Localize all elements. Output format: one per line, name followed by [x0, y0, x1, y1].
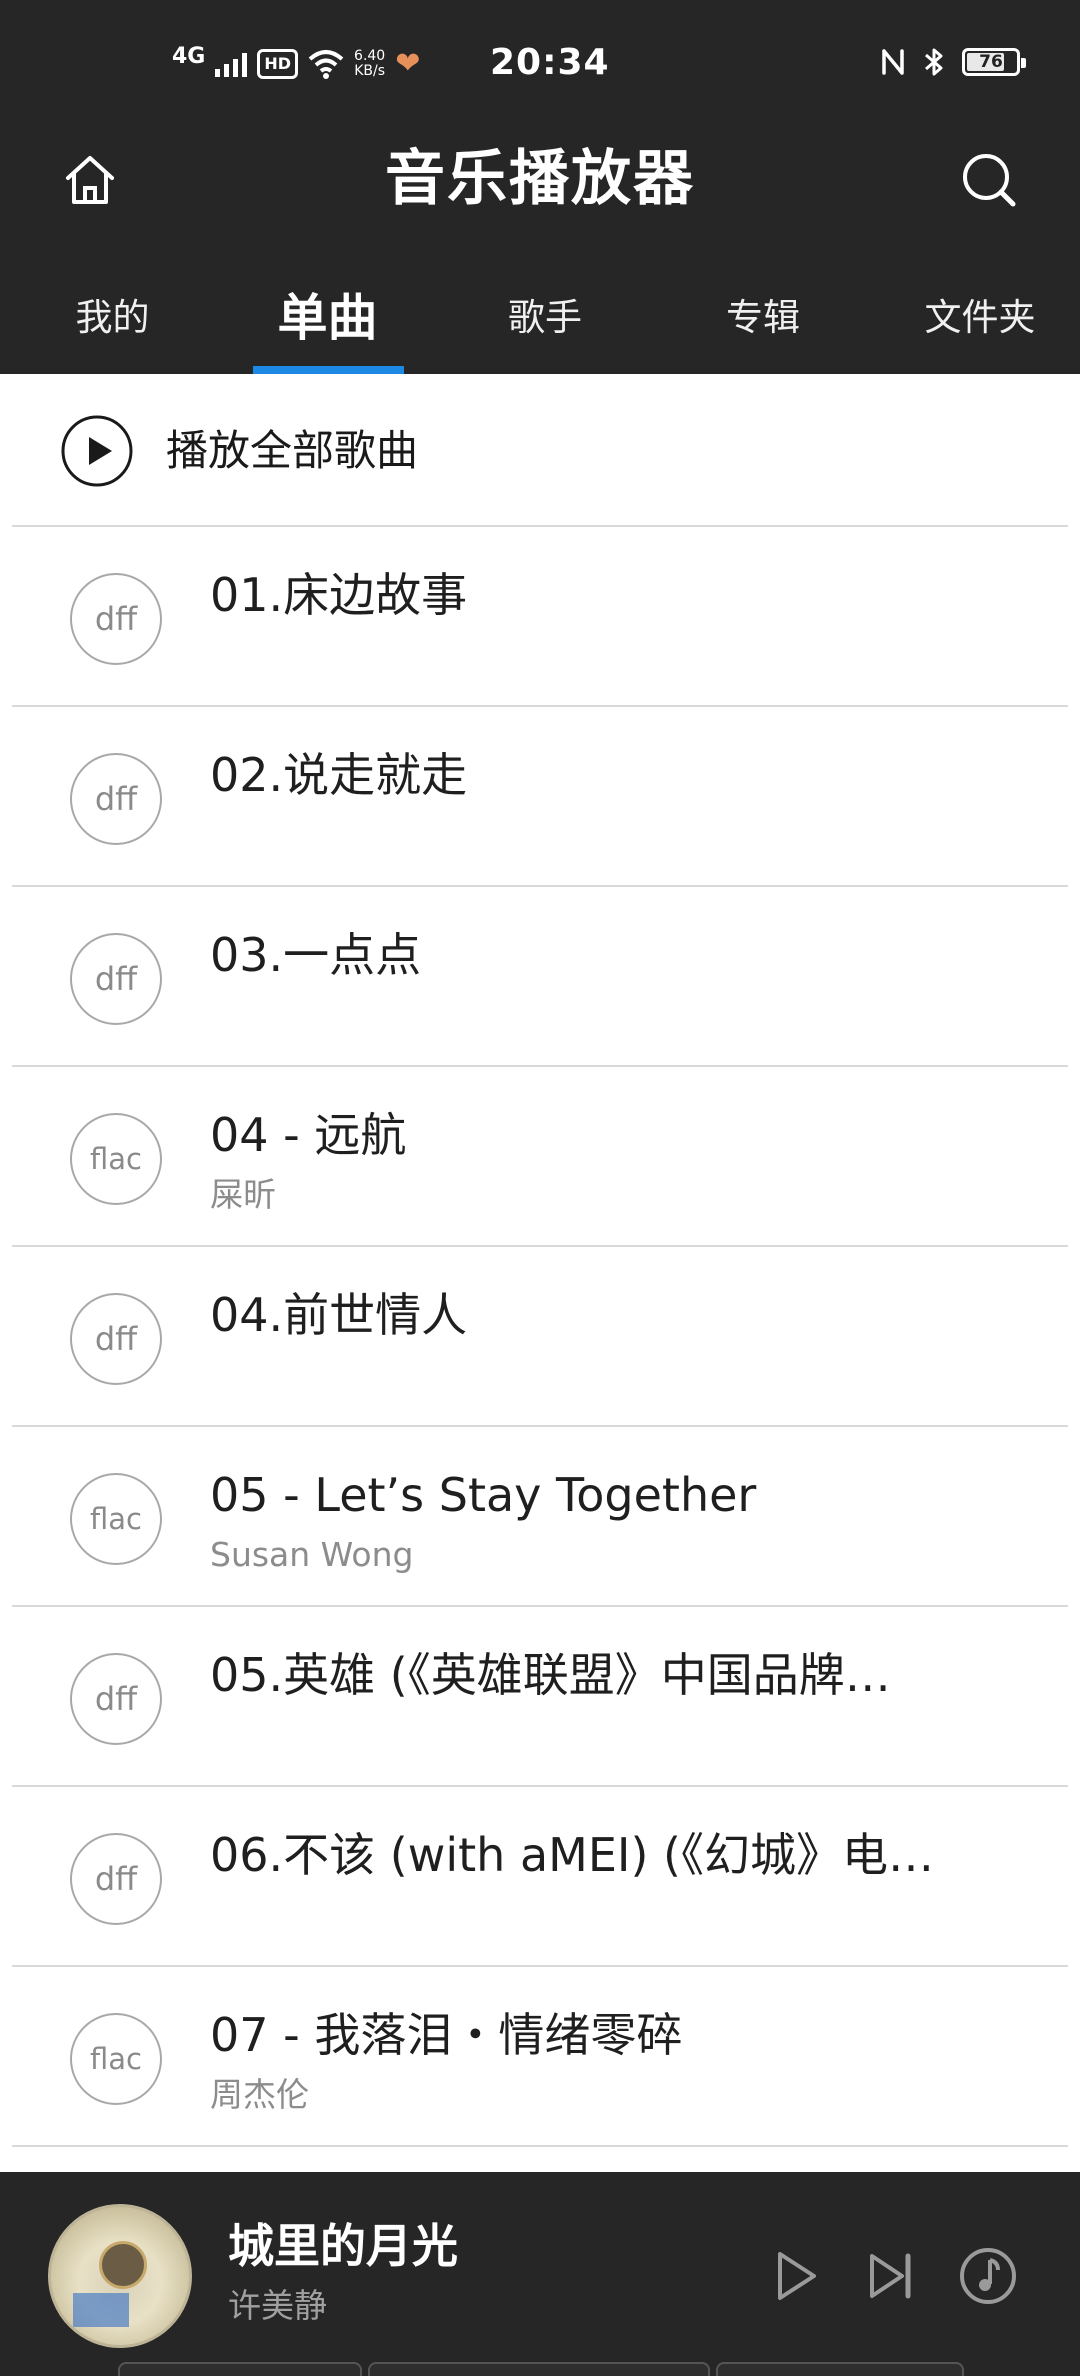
play-icon[interactable] — [762, 2244, 826, 2308]
now-playing-bar[interactable]: 城里的月光 许美静 — [0, 2172, 1080, 2376]
search-icon[interactable] — [955, 146, 1023, 214]
hd-badge: HD — [257, 49, 299, 79]
nfc-icon — [882, 49, 904, 75]
format-badge: flac — [70, 1113, 162, 1205]
status-bar: 4G HD 6.40 KB/s ❤ 20:34 76 — [0, 0, 1080, 100]
song-row[interactable]: dff 02.说走就走 — [0, 707, 1080, 887]
song-row[interactable]: flac 07 - 我落泪・情绪零碎 周杰伦 — [0, 1967, 1080, 2147]
song-title: 02.说走就走 — [210, 748, 468, 802]
song-title: 05 - Let’s Stay Together — [210, 1468, 757, 1522]
app-bar: 音乐播放器 我的 单曲 歌手 专辑 文件夹 — [0, 100, 1080, 374]
status-right: 76 — [880, 46, 1026, 78]
network-speed: 6.40 KB/s — [354, 49, 385, 79]
format-badge: dff — [70, 1293, 162, 1385]
signal-icon — [215, 51, 248, 77]
play-circle-icon — [61, 415, 133, 487]
song-title: 03.一点点 — [210, 928, 422, 982]
battery-level: 76 — [979, 52, 1003, 72]
battery-icon: 76 — [962, 48, 1026, 76]
song-title: 01.床边故事 — [210, 568, 468, 622]
song-row[interactable]: dff 04.前世情人 — [0, 1247, 1080, 1427]
song-row[interactable]: flac 05 - Let’s Stay Together Susan Wong — [0, 1427, 1080, 1607]
bluetooth-icon — [925, 48, 943, 76]
song-title: 07 - 我落泪・情绪零碎 — [210, 2008, 683, 2062]
song-row[interactable]: dff 05.英雄 (《英雄联盟》中国品牌… — [0, 1607, 1080, 1787]
speed-value: 6.40 — [354, 48, 386, 64]
health-heart-icon: ❤ — [395, 46, 421, 81]
active-tab-indicator — [253, 366, 404, 374]
format-badge: flac — [70, 2013, 162, 2105]
song-title: 05.英雄 (《英雄联盟》中国品牌… — [210, 1648, 891, 1702]
status-time: 20:34 — [490, 42, 610, 83]
page-title: 音乐播放器 — [385, 144, 695, 214]
tab-mine[interactable]: 我的 — [40, 270, 185, 374]
next-track-icon[interactable] — [858, 2244, 922, 2308]
format-badge: dff — [70, 933, 162, 1025]
status-left: 4G HD 6.40 KB/s ❤ — [172, 44, 420, 84]
tab-songs[interactable]: 单曲 — [245, 270, 410, 374]
song-title: 04.前世情人 — [210, 1288, 468, 1342]
bottom-handle-strip — [118, 2362, 964, 2376]
song-row[interactable]: dff 01.床边故事 — [0, 527, 1080, 707]
network-type: 4G — [172, 43, 206, 69]
album-cover[interactable] — [48, 2204, 192, 2348]
song-artist: Susan Wong — [210, 1535, 414, 1574]
song-artist: 屎昕 — [210, 1175, 276, 1214]
format-badge: dff — [70, 573, 162, 665]
wifi-icon — [308, 50, 344, 79]
tab-folders[interactable]: 文件夹 — [895, 270, 1065, 374]
song-title: 04 - 远航 — [210, 1108, 407, 1162]
song-artist: 周杰伦 — [210, 2075, 309, 2114]
category-tabs: 我的 单曲 歌手 专辑 文件夹 — [0, 270, 1080, 374]
format-badge: dff — [70, 1833, 162, 1925]
play-all-row[interactable]: 播放全部歌曲 — [0, 374, 1080, 526]
song-row[interactable]: dff 06.不该 (with aMEI) (《幻城》电… — [0, 1787, 1080, 1967]
divider — [12, 2145, 1068, 2147]
now-playing-title: 城里的月光 — [228, 2219, 458, 2273]
format-badge: dff — [70, 1653, 162, 1745]
tab-artists[interactable]: 歌手 — [470, 270, 620, 374]
song-row[interactable]: dff 03.一点点 — [0, 887, 1080, 1067]
tab-albums[interactable]: 专辑 — [688, 270, 838, 374]
speed-unit: KB/s — [354, 63, 386, 79]
song-title: 06.不该 (with aMEI) (《幻城》电… — [210, 1828, 934, 1882]
music-note-icon[interactable] — [956, 2244, 1020, 2308]
play-all-label: 播放全部歌曲 — [166, 426, 419, 475]
song-row[interactable]: flac 04 - 远航 屎昕 — [0, 1067, 1080, 1247]
format-badge: flac — [70, 1473, 162, 1565]
now-playing-artist: 许美静 — [228, 2286, 327, 2325]
format-badge: dff — [70, 753, 162, 845]
